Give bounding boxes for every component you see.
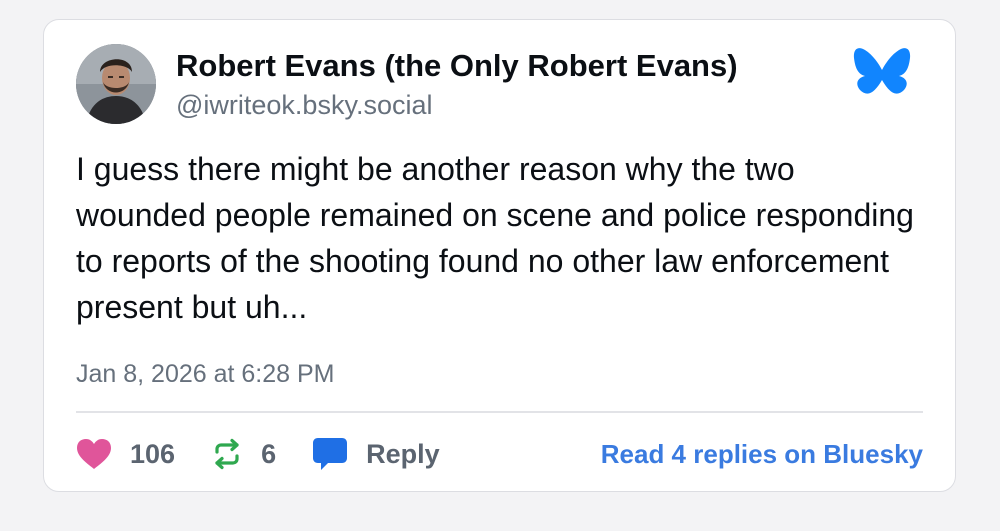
heart-icon <box>77 439 111 469</box>
avatar-image <box>76 44 156 124</box>
reply-label: Reply <box>366 438 440 469</box>
post-card[interactable]: Robert Evans (the Only Robert Evans) @iw… <box>43 19 956 492</box>
bluesky-butterfly-icon[interactable] <box>852 46 912 102</box>
action-bar: 106 6 Reply Read 4 replies on Bluesky <box>76 430 923 478</box>
speech-bubble-icon <box>313 438 348 470</box>
reposts-count: 6 <box>261 438 277 469</box>
post-text: I guess there might be another reason wh… <box>76 151 914 325</box>
avatar[interactable] <box>76 44 156 124</box>
reply-button[interactable]: Reply <box>312 437 440 471</box>
repost-icon <box>215 438 239 470</box>
author-handle[interactable]: @iwriteok.bsky.social <box>176 90 432 121</box>
read-replies-link[interactable]: Read 4 replies on Bluesky <box>601 439 923 470</box>
like-button[interactable]: 106 <box>76 438 175 470</box>
likes-count: 106 <box>130 438 176 469</box>
post-timestamp[interactable]: Jan 8, 2026 at 6:28 PM <box>76 360 335 389</box>
repost-button[interactable]: 6 <box>211 438 276 470</box>
divider <box>76 411 923 413</box>
author-display-name[interactable]: Robert Evans (the Only Robert Evans) <box>176 48 738 84</box>
